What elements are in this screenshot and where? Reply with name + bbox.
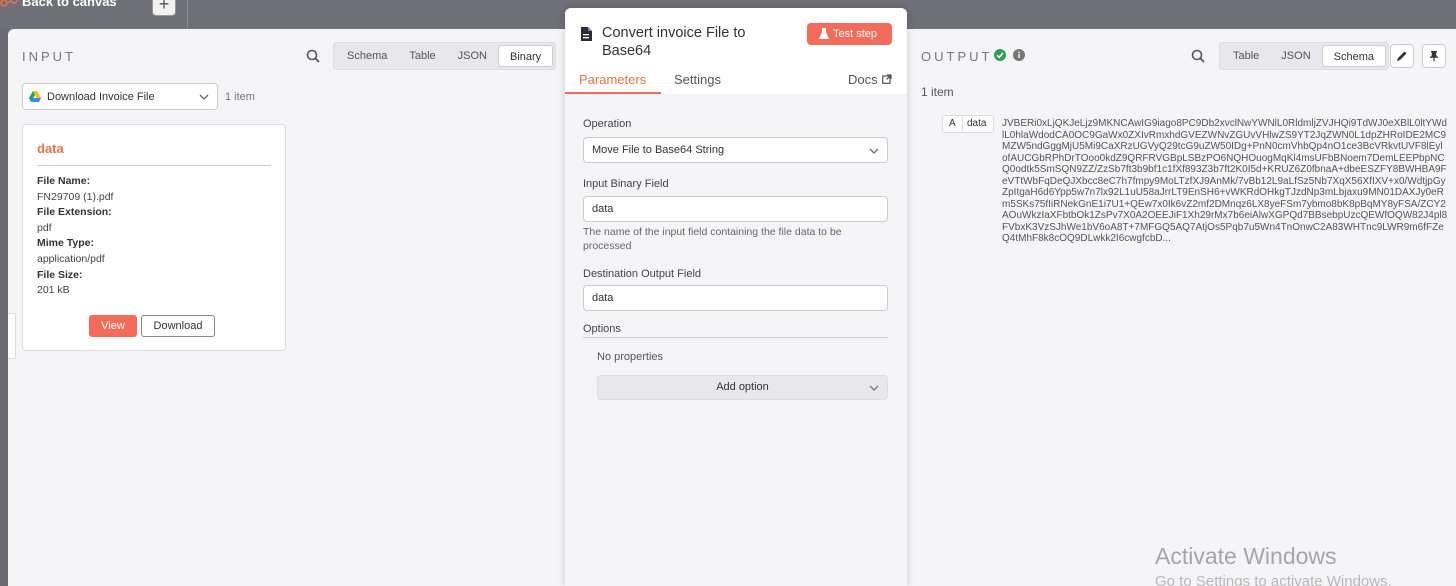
file-size-value: 201 kB [37, 284, 70, 297]
workflow-logo-icon [0, 0, 18, 7]
input-node-select[interactable]: Download Invoice File [22, 83, 218, 110]
card-divider [37, 165, 271, 166]
binary-file-card: data File Name: FN29709 (1).pdf File Ext… [22, 124, 286, 351]
schema-field-value: JVBERi0xLjQKJeLjz9MKNCAwIG9iago8PC9Db2xv… [1002, 118, 1448, 244]
mime-type-label: Mime Type: [37, 237, 94, 250]
output-view-schema[interactable]: Schema [1321, 45, 1386, 67]
windows-activation-watermark: Activate Windows [1155, 543, 1337, 569]
file-name-label: File Name: [37, 175, 91, 187]
input-title: INPUT [22, 49, 76, 64]
input-binary-field-hint: The name of the input field containing t… [583, 226, 842, 252]
options-divider [583, 337, 888, 338]
add-node-button[interactable]: + [152, 0, 176, 16]
external-link-icon [882, 74, 892, 84]
output-view-table[interactable]: Table [1222, 45, 1270, 67]
view-file-button[interactable]: View [89, 315, 137, 337]
file-size-label: File Size: [37, 268, 83, 281]
output-search-icon[interactable] [1191, 49, 1205, 63]
edit-output-button[interactable] [1390, 44, 1414, 68]
no-properties-text: No properties [597, 351, 664, 363]
header-divider [187, 0, 188, 29]
download-file-button[interactable]: Download [141, 315, 215, 337]
windows-activation-hint: Go to Settings to activate Windows. [1155, 573, 1392, 586]
output-title: OUTPUT [921, 49, 993, 64]
input-view-binary[interactable]: Binary [498, 45, 554, 67]
binary-field-name: data [37, 141, 64, 156]
file-convert-icon [581, 27, 592, 41]
search-icon[interactable] [306, 49, 320, 63]
chevron-down-icon [199, 94, 209, 100]
input-item-count: 1 item [225, 91, 255, 103]
destination-field-label: Destination Output Field [583, 268, 702, 280]
input-view-switcher: Schema Table JSON Binary [333, 42, 557, 70]
chevron-down-icon [869, 385, 879, 391]
parameters-body: Operation Move File to Base64 String Inp… [565, 94, 907, 586]
add-option-label: Add option [716, 381, 769, 393]
schema-field-key: data [967, 118, 987, 129]
input-node-label: Download Invoice File [47, 90, 155, 103]
google-drive-icon [29, 91, 41, 102]
pin-output-button[interactable] [1422, 44, 1446, 68]
file-name-value: FN29709 (1).pdf [37, 190, 114, 203]
test-step-label: Test step [833, 28, 878, 40]
schema-field-badge: A data [942, 115, 994, 133]
flask-icon [819, 28, 829, 39]
docs-link[interactable]: Docs [848, 72, 878, 87]
input-binary-field-value: data [592, 203, 614, 215]
node-title[interactable]: Convert invoice File to Base64 [602, 24, 782, 60]
input-view-json[interactable]: JSON [447, 45, 498, 67]
operation-label: Operation [583, 118, 632, 130]
mime-type-value: application/pdf [37, 252, 105, 265]
output-view-json[interactable]: JSON [1270, 45, 1321, 67]
input-view-schema[interactable]: Schema [336, 45, 398, 67]
operation-select[interactable]: Move File to Base64 String [583, 137, 888, 163]
file-extension-label: File Extension: [37, 206, 112, 219]
input-binary-field-label: Input Binary Field [583, 178, 669, 190]
add-option-button[interactable]: Add option [597, 375, 888, 400]
chevron-down-icon [869, 148, 879, 154]
info-icon[interactable] [1013, 49, 1025, 61]
tab-parameters[interactable]: Parameters [579, 72, 646, 87]
destination-field-input[interactable]: data [583, 285, 888, 311]
output-view-switcher: Table JSON Schema [1219, 42, 1389, 70]
node-header: Convert invoice File to Base64 Test step… [565, 8, 907, 94]
output-item-count: 1 item [921, 85, 954, 99]
string-type-indicator: A [949, 118, 956, 129]
panel-edge-handle[interactable] [8, 313, 16, 359]
options-label: Options [583, 323, 621, 335]
input-binary-field-input[interactable]: data [583, 196, 888, 222]
operation-value: Move File to Base64 String [592, 144, 725, 156]
success-check-icon [994, 49, 1006, 61]
file-extension-value: pdf [37, 221, 52, 234]
badge-divider [962, 116, 963, 132]
test-step-button[interactable]: Test step [807, 23, 892, 45]
pencil-icon [1397, 51, 1407, 61]
pin-icon [1430, 51, 1438, 62]
destination-field-value: data [592, 292, 614, 304]
back-to-canvas-link[interactable]: Back to canvas [22, 0, 117, 9]
tab-settings[interactable]: Settings [674, 72, 721, 87]
binary-metadata: File Name: FN29709 (1).pdf File Extensio… [37, 174, 113, 299]
node-parameters-panel: Convert invoice File to Base64 Test step… [565, 8, 907, 586]
input-view-table[interactable]: Table [398, 45, 446, 67]
